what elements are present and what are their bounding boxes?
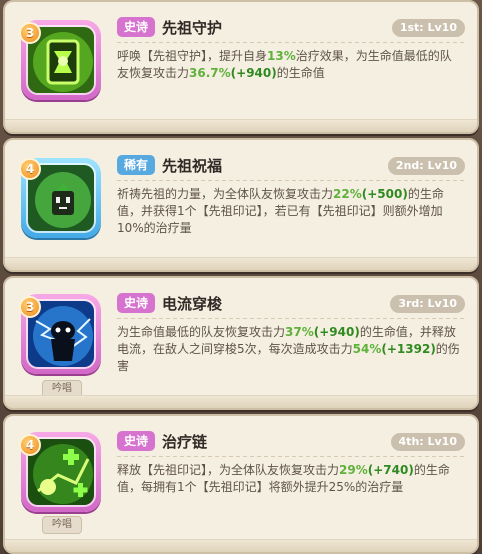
divider <box>117 456 465 457</box>
skill-description: 呼唤【先祖守护】，提升自身13%治疗效果，为生命值最低的队友恢复攻击力36.7%… <box>117 48 461 82</box>
skill-name: 先祖守护 <box>162 19 223 37</box>
description-segment: 为生命值最低的队友恢复攻击力 <box>117 325 286 339</box>
divider <box>117 180 465 181</box>
rarity-badge: 史诗 <box>117 431 156 451</box>
description-segment: 呼唤【先祖守护】，提升自身 <box>117 49 268 63</box>
description-segment: 的生命值 <box>276 66 325 80</box>
chant-label: 吟唱 <box>42 516 82 534</box>
skill-level-label: 2nd: Lv10 <box>387 157 465 175</box>
skill-name: 治疗链 <box>162 433 208 451</box>
description-segment: 29% <box>339 463 368 477</box>
skill-panel: 3 史诗 先祖守护 1st: Lv10 呼唤【先祖守护】，提升自身13%治疗效果… <box>0 0 482 554</box>
description-segment: (+740) <box>367 463 414 477</box>
skill-card-1[interactable]: 3 史诗 先祖守护 1st: Lv10 呼唤【先祖守护】，提升自身13%治疗效果… <box>3 0 479 134</box>
description-segment: 13% <box>267 49 296 63</box>
skill-card-2[interactable]: 4 稀有 先祖祝福 2nd: Lv10 祈祷先祖的力量，为全体队友恢复攻击力22… <box>3 138 479 272</box>
rarity-badge: 稀有 <box>117 155 156 175</box>
skill-level-badge: 4 <box>19 434 41 456</box>
divider <box>117 318 465 319</box>
skill-level-label: 4th: Lv10 <box>390 433 465 451</box>
skill-level-badge: 3 <box>19 296 41 318</box>
rarity-badge: 史诗 <box>117 293 156 313</box>
chant-label: 吟唱 <box>42 380 82 398</box>
skill-description: 释放【先祖印记】，为全体队友恢复攻击力29%(+740)的生命值，每拥有1个【先… <box>117 462 461 496</box>
skill-description: 为生命值最低的队友恢复攻击力37%(+940)的生命值，并释放电流，在敌人之间穿… <box>117 324 461 375</box>
description-segment: (+940) <box>313 325 360 339</box>
description-segment: 祈祷先祖的力量，为全体队友恢复攻击力 <box>117 187 334 201</box>
description-segment: 37% <box>285 325 314 339</box>
description-segment: 释放【先祖印记】，为全体队友恢复攻击力 <box>117 463 340 477</box>
description-segment: 36.7% <box>189 66 231 80</box>
skill-level-label: 3rd: Lv10 <box>390 295 465 313</box>
description-segment: (+500) <box>361 187 408 201</box>
skill-level-label: 1st: Lv10 <box>391 19 465 37</box>
description-segment: 54% <box>352 342 382 356</box>
skill-level-badge: 4 <box>19 158 41 180</box>
divider <box>117 42 465 43</box>
skill-description: 祈祷先祖的力量，为全体队友恢复攻击力22%(+500)的生命值，并获得1个【先祖… <box>117 186 461 237</box>
description-segment: (+1392) <box>381 342 436 356</box>
skill-name: 先祖祝福 <box>162 157 223 175</box>
skill-card-4[interactable]: 4 吟唱 史诗 治疗链 4th: Lv10 释放【先祖印记】，为全体队友恢复攻击… <box>3 414 479 554</box>
skill-name: 电流穿梭 <box>162 295 223 313</box>
skill-level-badge: 3 <box>19 22 41 44</box>
description-segment: (+940) <box>230 66 277 80</box>
skill-card-3[interactable]: 3 吟唱 史诗 电流穿梭 3rd: Lv10 为生命值最低的队友恢复攻击力37%… <box>3 276 479 410</box>
rarity-badge: 史诗 <box>117 17 156 37</box>
description-segment: 22% <box>333 187 362 201</box>
